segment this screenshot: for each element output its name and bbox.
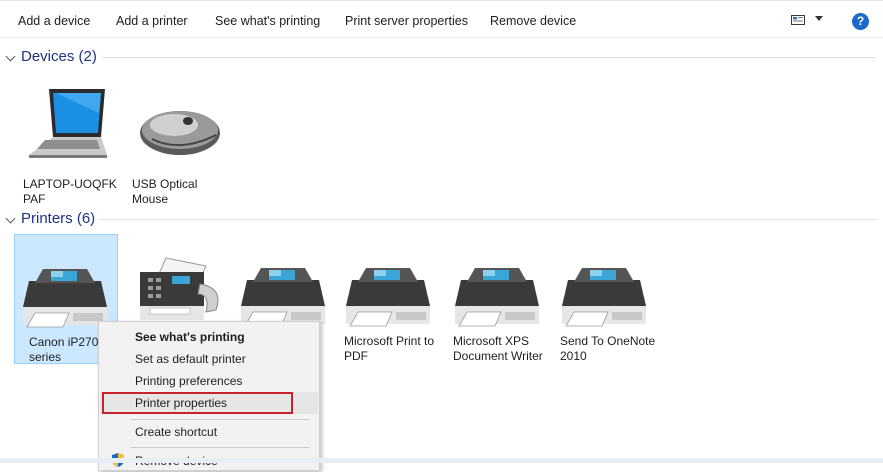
printer-icon [346,268,430,327]
menu-item-label: Create shortcut [135,425,218,439]
divider [102,57,876,58]
view-dropdown-arrow-icon[interactable] [815,16,823,21]
devices-group-header[interactable]: Devices (2) [0,47,883,67]
menu-separator [131,447,309,448]
printer-onenote[interactable]: Send To OneNote 2010 [552,234,656,363]
divider [99,219,876,220]
chevron-down-icon[interactable] [5,51,16,62]
menu-item-printing-preferences[interactable]: Printing preferences [100,370,318,392]
printer-icon [23,269,107,328]
view-options-icon[interactable] [791,15,805,25]
command-bar: Add a device Add a printer See what's pr… [0,0,883,38]
see-whats-printing-button[interactable]: See what's printing [215,14,320,28]
printer-ms-pdf[interactable]: Microsoft Print to PDF [336,234,440,363]
annotation-highlight-box [102,392,293,414]
chevron-down-icon[interactable] [5,213,16,224]
menu-item-set-default-printer[interactable]: Set as default printer [100,348,318,370]
menu-item-label: Printing preferences [135,374,243,388]
printers-group-title: Printers (6) [21,210,96,227]
printer-label: Microsoft XPS Document Writer [453,334,543,363]
printer-label: Send To OneNote 2010 [560,334,656,363]
bottom-border [0,458,883,463]
printer-label: Microsoft Print to PDF [344,334,435,363]
device-mouse[interactable]: USB Optical Mouse [124,77,228,206]
laptop-icon [29,89,107,158]
printer-icon [562,268,646,327]
printer-icon [455,268,539,327]
device-label: LAPTOP-UOQFK PAF [23,177,117,206]
add-printer-button[interactable]: Add a printer [116,14,188,28]
printer-ms-xps[interactable]: Microsoft XPS Document Writer [445,234,549,363]
device-label: USB Optical Mouse [132,177,198,206]
menu-item-label: Set as default printer [135,352,246,366]
add-device-button[interactable]: Add a device [18,14,90,28]
menu-item-see-whats-printing[interactable]: See what's printing [100,326,318,348]
menu-separator [131,419,309,420]
mouse-icon [140,111,220,155]
help-icon[interactable]: ? [852,13,869,30]
menu-item-create-shortcut[interactable]: Create shortcut [100,421,318,443]
device-laptop[interactable]: LAPTOP-UOQFK PAF [15,77,119,206]
devices-group-title: Devices (2) [21,48,97,65]
print-server-properties-button[interactable]: Print server properties [345,14,468,28]
menu-item-label: See what's printing [135,330,245,344]
printers-group-header[interactable]: Printers (6) [0,209,883,229]
remove-device-button[interactable]: Remove device [490,14,576,28]
